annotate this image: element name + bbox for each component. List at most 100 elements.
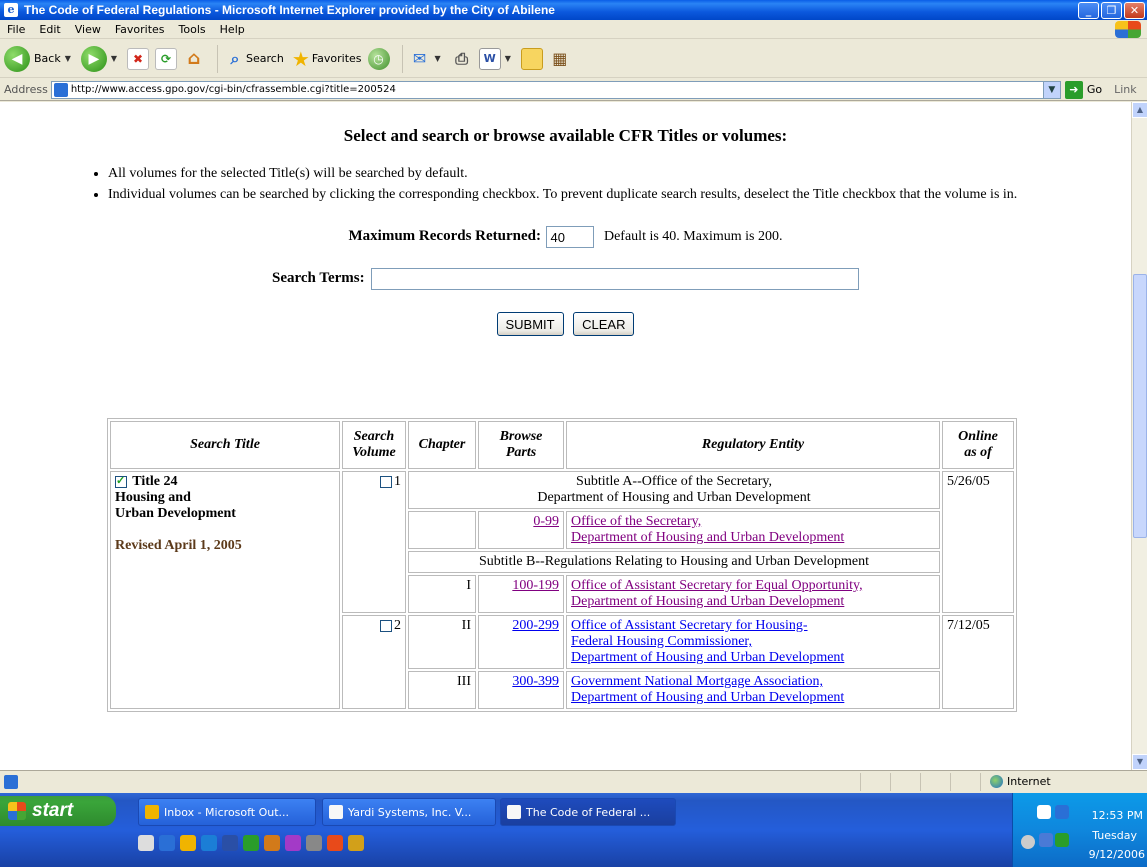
vertical-scrollbar[interactable]: ▲ ▼ xyxy=(1131,102,1147,770)
title-checkbox[interactable] xyxy=(115,474,127,488)
title-bar[interactable]: e The Code of Federal Regulations - Micr… xyxy=(0,0,1147,20)
scroll-down-icon[interactable]: ▼ xyxy=(1132,754,1147,770)
parts-link[interactable]: 300-399 xyxy=(512,674,559,689)
forward-dropdown-icon[interactable]: ▼ xyxy=(111,54,117,63)
header-search-title: Search Title xyxy=(110,421,340,469)
entity-link[interactable]: Office of Assistant Secretary for Housin… xyxy=(571,618,844,665)
parts-link[interactable]: 100-199 xyxy=(512,578,559,593)
clear-button[interactable]: CLEAR xyxy=(573,312,635,336)
parts-link[interactable]: 0-99 xyxy=(533,514,559,529)
home-button[interactable]: ⌂ xyxy=(183,48,205,70)
ie-quicklaunch-icon[interactable] xyxy=(159,835,175,851)
tray-expand-icon[interactable] xyxy=(1021,835,1035,849)
parts-cell: 0-99 xyxy=(478,511,564,549)
back-dropdown-icon[interactable]: ▼ xyxy=(65,54,71,63)
search-terms-label: Search Terms: xyxy=(272,270,365,287)
app-quicklaunch-icon[interactable] xyxy=(327,835,343,851)
app-quicklaunch-icon[interactable] xyxy=(285,835,301,851)
outlook-quicklaunch-icon[interactable] xyxy=(180,835,196,851)
outlook-icon xyxy=(145,805,159,819)
max-records-label: Maximum Records Returned: xyxy=(348,228,541,245)
edit-button[interactable]: W ▼ xyxy=(478,47,515,70)
research-button[interactable]: ▦ xyxy=(549,48,571,70)
taskbar-item-yardi[interactable]: Yardi Systems, Inc. V... xyxy=(322,798,496,826)
submit-button[interactable]: SUBMIT xyxy=(496,312,564,336)
status-divider xyxy=(950,772,951,791)
search-terms-input[interactable] xyxy=(371,268,860,290)
start-button[interactable]: start xyxy=(0,796,116,826)
taskbar-item-outlook[interactable]: Inbox - Microsoft Out... xyxy=(138,798,316,826)
volume-checkbox[interactable] xyxy=(380,619,392,632)
tray-app-icon[interactable] xyxy=(1037,805,1051,819)
mail-dropdown-icon[interactable]: ▼ xyxy=(435,54,441,63)
volume-checkbox[interactable] xyxy=(380,475,392,488)
status-divider xyxy=(920,772,921,791)
menu-file[interactable]: File xyxy=(0,23,32,36)
home-icon: ⌂ xyxy=(187,48,201,69)
clock-day: Tuesday xyxy=(1092,829,1137,842)
folder-button[interactable] xyxy=(520,47,543,70)
app-quicklaunch-icon[interactable] xyxy=(306,835,322,851)
page-heading: Select and search or browse available CF… xyxy=(343,126,788,145)
tray-security-icon[interactable] xyxy=(1055,805,1069,819)
status-divider xyxy=(980,772,981,791)
excel-quicklaunch-icon[interactable] xyxy=(243,835,259,851)
max-records-input[interactable] xyxy=(546,226,595,248)
word-quicklaunch-icon[interactable] xyxy=(222,835,238,851)
close-button[interactable]: ✕ xyxy=(1124,1,1145,19)
mail-button[interactable]: ✉ ▼ xyxy=(409,48,445,70)
header-browse-parts: Browse Parts xyxy=(478,421,564,469)
print-icon: ⎙ xyxy=(455,48,469,68)
edit-dropdown-icon[interactable]: ▼ xyxy=(505,54,511,63)
clock-date: 9/12/2006 xyxy=(1088,848,1145,861)
go-button[interactable]: ➜ Go xyxy=(1064,80,1102,99)
links-label[interactable]: Link xyxy=(1114,83,1137,96)
browser-quicklaunch-icon[interactable] xyxy=(201,835,217,851)
clock-time[interactable]: 12:53 PM xyxy=(1092,809,1143,822)
go-arrow-icon: ➜ xyxy=(1064,80,1083,99)
menu-tools[interactable]: Tools xyxy=(172,23,213,36)
title-name: Title 24 xyxy=(132,474,178,489)
print-button[interactable]: ⎙ xyxy=(451,48,473,70)
menu-favorites[interactable]: Favorites xyxy=(108,23,172,36)
address-dropdown-icon[interactable]: ▼ xyxy=(1042,81,1060,98)
parts-cell: 200-299 xyxy=(478,615,564,669)
stop-button[interactable]: ✖ xyxy=(127,47,150,70)
app-quicklaunch-icon[interactable] xyxy=(348,835,364,851)
tray-network-icon[interactable] xyxy=(1039,833,1053,847)
entity-link[interactable]: Office of Assistant Secretary for Equal … xyxy=(571,578,863,609)
scroll-up-icon[interactable]: ▲ xyxy=(1132,102,1147,118)
title-subject: Urban Development xyxy=(115,506,236,521)
address-input[interactable]: http://www.access.gpo.gov/cgi-bin/cfrass… xyxy=(50,80,1061,99)
show-desktop-icon[interactable] xyxy=(138,835,154,851)
history-button[interactable]: ◷ xyxy=(367,47,390,70)
favorites-button[interactable]: ★ Favorites xyxy=(290,47,362,71)
refresh-button[interactable]: ⟳ xyxy=(155,47,178,70)
restore-button[interactable]: ❐ xyxy=(1101,1,1122,19)
scroll-thumb[interactable] xyxy=(1133,274,1147,538)
tray-app-icon[interactable] xyxy=(1055,833,1069,847)
entity-link[interactable]: Office of the Secretary, Department of Ho… xyxy=(571,514,844,545)
menu-help[interactable]: Help xyxy=(213,23,252,36)
entity-cell: Office of Assistant Secretary for Housin… xyxy=(566,615,940,669)
menu-view[interactable]: View xyxy=(68,23,108,36)
cfr-table: Search Title Search Volume Chapter Browse… xyxy=(107,418,1017,712)
volume-cell: 1 xyxy=(342,471,406,613)
search-button[interactable]: ⌕ Search xyxy=(224,48,284,70)
minimize-button[interactable]: _ xyxy=(1078,1,1099,19)
header-chapter: Chapter xyxy=(408,421,476,469)
header-online-as-of: Online as of xyxy=(942,421,1014,469)
max-records-row: Maximum Records Returned: Default is 40.… xyxy=(0,226,1131,248)
windows-logo-icon xyxy=(1115,21,1141,38)
menu-edit[interactable]: Edit xyxy=(32,23,67,36)
entity-link[interactable]: Government National Mortgage Association… xyxy=(571,674,844,705)
forward-button[interactable]: ▶ ▼ xyxy=(80,45,121,72)
parts-cell: 300-399 xyxy=(478,671,564,709)
back-button[interactable]: ◀ Back ▼ xyxy=(4,45,75,72)
app-quicklaunch-icon[interactable] xyxy=(264,835,280,851)
taskbar-item-cfr[interactable]: The Code of Federal ... xyxy=(500,798,676,826)
back-arrow-icon: ◀ xyxy=(4,45,30,72)
parts-link[interactable]: 200-299 xyxy=(512,618,559,633)
online-date: 7/12/05 xyxy=(942,615,1014,709)
research-icon: ▦ xyxy=(552,49,568,68)
